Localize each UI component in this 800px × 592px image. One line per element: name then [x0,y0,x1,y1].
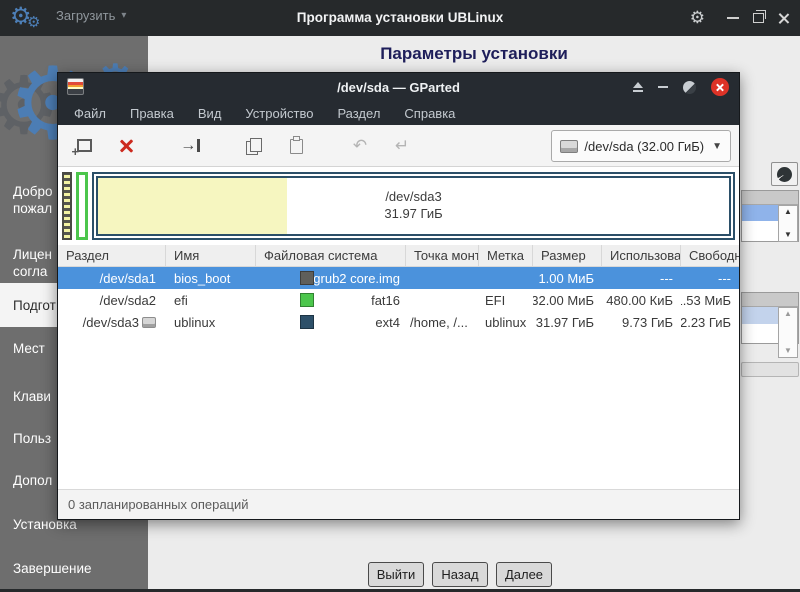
menu-edit[interactable]: Правка [120,104,184,123]
wizard-nav-buttons: Выйти Назад Далее [368,562,552,587]
minimize-button[interactable] [727,17,739,19]
new-partition-icon [72,139,92,159]
col-label: Метка [479,245,533,266]
resize-move-icon: → [180,137,200,153]
menu-device[interactable]: Устройство [235,104,323,123]
installer-titlebar: ⚙ ⚙ Загрузить ▾ Программа установки UBLin… [0,0,800,36]
gparted-titlebar[interactable]: /dev/sda — GParted [58,73,739,101]
gparted-app-icon [67,78,84,95]
copy-button[interactable] [238,131,270,161]
sidebar-item-location[interactable]: Мест [13,340,45,357]
scrollbar[interactable]: ▲ ▼ [778,205,798,242]
partition-visual-sda1[interactable] [62,172,72,240]
gparted-window: /dev/sda — GParted Файл Правка Вид Устро… [57,72,740,520]
pie-chart-icon [777,166,792,182]
scrollbar[interactable]: ▲ ▼ [778,307,798,358]
fs-color-swatch [300,293,314,307]
table-header: Раздел Имя Файловая система Точка монт М… [58,245,739,267]
chevron-down-icon: ▼ [712,140,722,152]
sidebar-item-user[interactable]: Польз [13,430,51,447]
quit-button[interactable]: Выйти [368,562,424,587]
gparted-menubar: Файл Правка Вид Устройство Раздел Справк… [58,101,739,125]
undo-icon: ↶ [352,135,368,155]
disk-drive-icon [560,139,579,153]
partition-visual-sda2[interactable] [76,172,88,240]
pending-operations-text: 0 запланированных операций [68,497,249,512]
col-used: Использовано [602,245,681,266]
close-button[interactable] [711,78,729,96]
menu-view[interactable]: Вид [188,104,232,123]
next-button[interactable]: Далее [496,562,552,587]
fs-color-swatch [300,315,314,329]
partition-visual-sda3-selected[interactable]: /dev/sda3 31.97 ГиБ [92,172,735,240]
eject-icon[interactable] [633,82,643,92]
undo-button[interactable]: ↶ [344,131,376,161]
new-partition-button[interactable] [68,131,100,161]
resize-move-button[interactable]: → [174,131,206,161]
screen: ⚙ ⚙ Загрузить ▾ Программа установки UBLin… [0,0,800,592]
installer-window-title: Программа установки UBLinux [296,10,504,25]
sidebar-item-additional[interactable]: Допол [13,472,52,489]
apply-button[interactable]: ↵ [386,131,418,161]
device-selector-value: /dev/sda (32.00 ГиБ) [584,138,705,154]
table-row-sda1[interactable]: /dev/sda1 bios_boot grub2 core.img 1.00 … [58,267,739,289]
table-empty-area [58,333,739,489]
menu-help[interactable]: Справка [394,104,465,123]
restore-button[interactable] [683,80,696,94]
paste-button[interactable] [280,131,312,161]
copy-icon [246,137,262,155]
sidebar-item-license[interactable]: Лицен согла [13,246,52,280]
sidebar-item-keyboard[interactable]: Клави [13,388,51,405]
minimize-button[interactable] [658,86,668,88]
menu-partition[interactable]: Раздел [327,104,390,123]
sidebar-item-welcome[interactable]: Добро пожал [13,183,53,217]
scroll-down-icon[interactable]: ▼ [784,231,792,239]
fs-color-swatch [300,271,314,285]
gparted-toolbar: → ↶ ↵ /dev/sda (32.00 ГиБ) ▼ [58,125,739,167]
sidebar-item-finish[interactable]: Завершение [13,560,92,577]
device-selector[interactable]: /dev/sda (32.00 ГиБ) ▼ [551,130,731,162]
delete-icon [118,138,134,154]
col-filesystem: Файловая система [256,245,406,266]
scroll-up-icon[interactable]: ▲ [784,310,792,318]
list-header-fragment [742,191,798,205]
delete-partition-button[interactable] [110,131,142,161]
back-button[interactable]: Назад [432,562,488,587]
close-button[interactable] [778,12,790,24]
col-free: Свободно [689,248,739,263]
page-title: Параметры установки [380,44,568,63]
widget-fragment [741,362,799,377]
mounted-partition-icon [142,316,156,328]
scroll-down-icon[interactable]: ▼ [784,347,792,355]
maximize-button[interactable] [753,10,766,23]
paste-icon [289,136,303,154]
gparted-statusbar: 0 запланированных операций [58,489,739,519]
settings-gear-icon[interactable]: ⚙ [690,8,705,28]
col-size: Размер [533,245,602,266]
table-row-sda2[interactable]: /dev/sda2 efi fat16 EFI 32.00 МиБ 480.00… [58,289,739,311]
col-mountpoint: Точка монт [406,245,479,266]
menu-file[interactable]: Файл [64,104,116,123]
col-partition: Раздел [58,245,166,266]
apply-icon: ↵ [394,135,410,155]
disk-visual-area: /dev/sda3 31.97 ГиБ [58,167,739,245]
table-row-sda3[interactable]: /dev/sda3 ublinux ext4 /home, /... ublin… [58,311,739,333]
scroll-up-icon[interactable]: ▲ [784,208,792,216]
col-name: Имя [166,245,256,266]
partition-visual-label: /dev/sda3 31.97 ГиБ [384,189,443,221]
list-header-fragment [742,293,798,307]
pie-chart-button[interactable] [771,162,798,186]
